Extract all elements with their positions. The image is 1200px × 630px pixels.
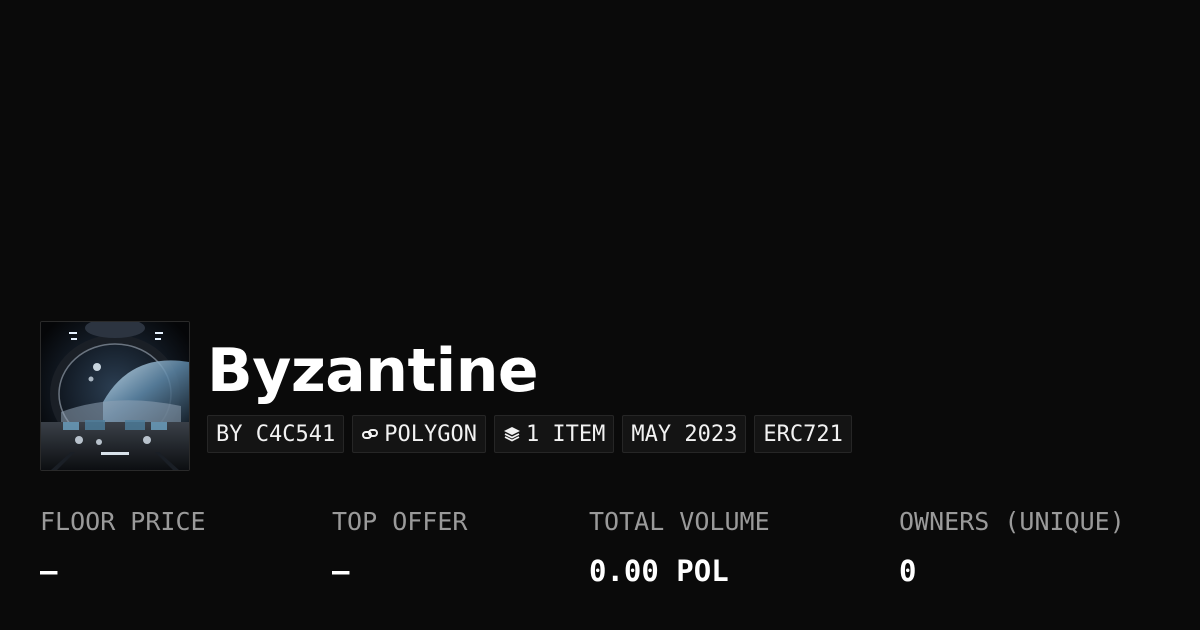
standard-label: ERC721 bbox=[763, 421, 843, 447]
owners-label: OWNERS (UNIQUE) bbox=[899, 507, 1125, 536]
floor-price-stat: FLOOR PRICE – bbox=[40, 505, 206, 589]
collection-title: Byzantine bbox=[207, 336, 539, 406]
floor-price-value: – bbox=[40, 554, 58, 588]
date-label: MAY 2023 bbox=[631, 421, 738, 447]
collection-badges: BY C4C541 POLYGON 1 ITEM MAY 2023 ERC721 bbox=[207, 415, 852, 453]
total-volume-value: 0.00 POL bbox=[589, 554, 729, 588]
layers-icon bbox=[503, 425, 521, 443]
collection-avatar bbox=[40, 321, 190, 471]
total-volume-stat: TOTAL VOLUME 0.00 POL bbox=[589, 505, 770, 589]
items-badge[interactable]: 1 ITEM bbox=[493, 415, 615, 453]
standard-badge: ERC721 bbox=[754, 415, 852, 453]
date-badge: MAY 2023 bbox=[622, 415, 747, 453]
top-offer-value: – bbox=[332, 554, 350, 588]
spaceship-window-image bbox=[41, 322, 189, 470]
top-offer-stat: TOP OFFER – bbox=[332, 505, 467, 589]
chain-badge[interactable]: POLYGON bbox=[352, 415, 486, 453]
owners-stat: OWNERS (UNIQUE) 0 bbox=[899, 505, 1125, 589]
items-label: 1 ITEM bbox=[525, 421, 606, 447]
top-offer-label: TOP OFFER bbox=[332, 507, 468, 536]
chain-label: POLYGON bbox=[384, 421, 477, 447]
total-volume-label: TOTAL VOLUME bbox=[589, 507, 770, 536]
creator-badge[interactable]: BY C4C541 bbox=[207, 415, 345, 453]
floor-price-label: FLOOR PRICE bbox=[40, 507, 206, 536]
owners-value: 0 bbox=[899, 554, 917, 588]
creator-label: BY C4C541 bbox=[216, 421, 336, 447]
chain-link-icon bbox=[361, 425, 379, 443]
collection-header: Byzantine BY C4C541 POLYGON 1 ITEM MAY 2… bbox=[40, 321, 852, 471]
collection-stats: FLOOR PRICE – TOP OFFER – TOTAL VOLUME 0… bbox=[40, 505, 1180, 595]
